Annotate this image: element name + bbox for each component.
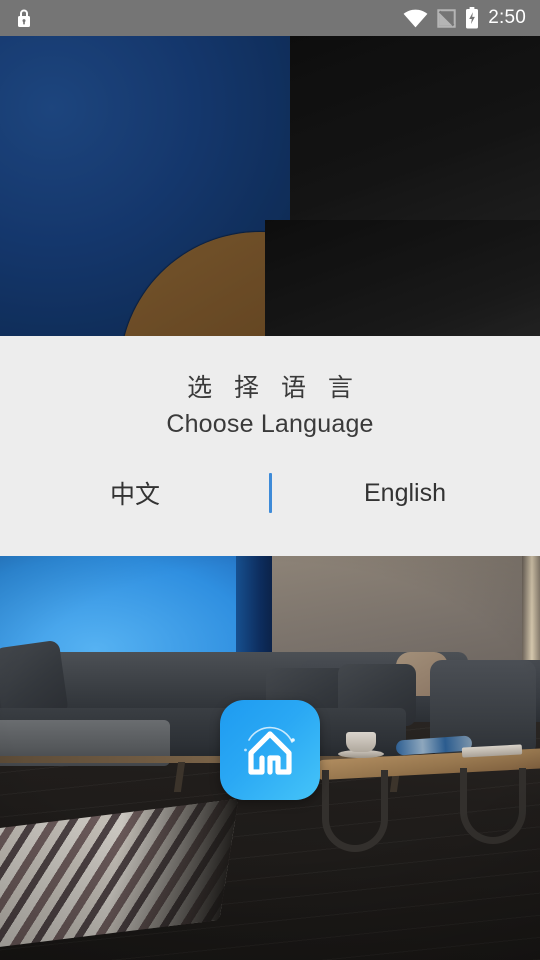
language-options-row: 中文 English — [0, 458, 540, 528]
status-bar-left — [14, 7, 34, 29]
lock-icon — [18, 9, 30, 27]
no-sim-icon — [437, 8, 456, 28]
wifi-icon — [403, 9, 428, 27]
language-option-chinese[interactable]: 中文 — [0, 458, 270, 528]
status-bar: 2:50 — [0, 0, 540, 36]
smart-home-app-icon[interactable] — [220, 700, 320, 800]
phone-screen: 2:50 选 择 语 言 Choose Language 中文 English — [0, 0, 540, 960]
top-dim-overlay — [0, 0, 540, 360]
dialog-title-chinese: 选 择 语 言 — [187, 373, 360, 402]
language-divider — [269, 473, 272, 513]
dialog-title-english: Choose Language — [166, 409, 374, 438]
status-bar-clock: 2:50 — [488, 7, 526, 28]
status-bar-right: 2:50 — [403, 7, 526, 29]
language-option-english[interactable]: English — [270, 458, 540, 528]
house-with-arc-icon — [244, 726, 295, 775]
choose-language-dialog: 选 择 语 言 Choose Language 中文 English — [0, 336, 540, 556]
battery-charging-icon — [466, 7, 479, 29]
